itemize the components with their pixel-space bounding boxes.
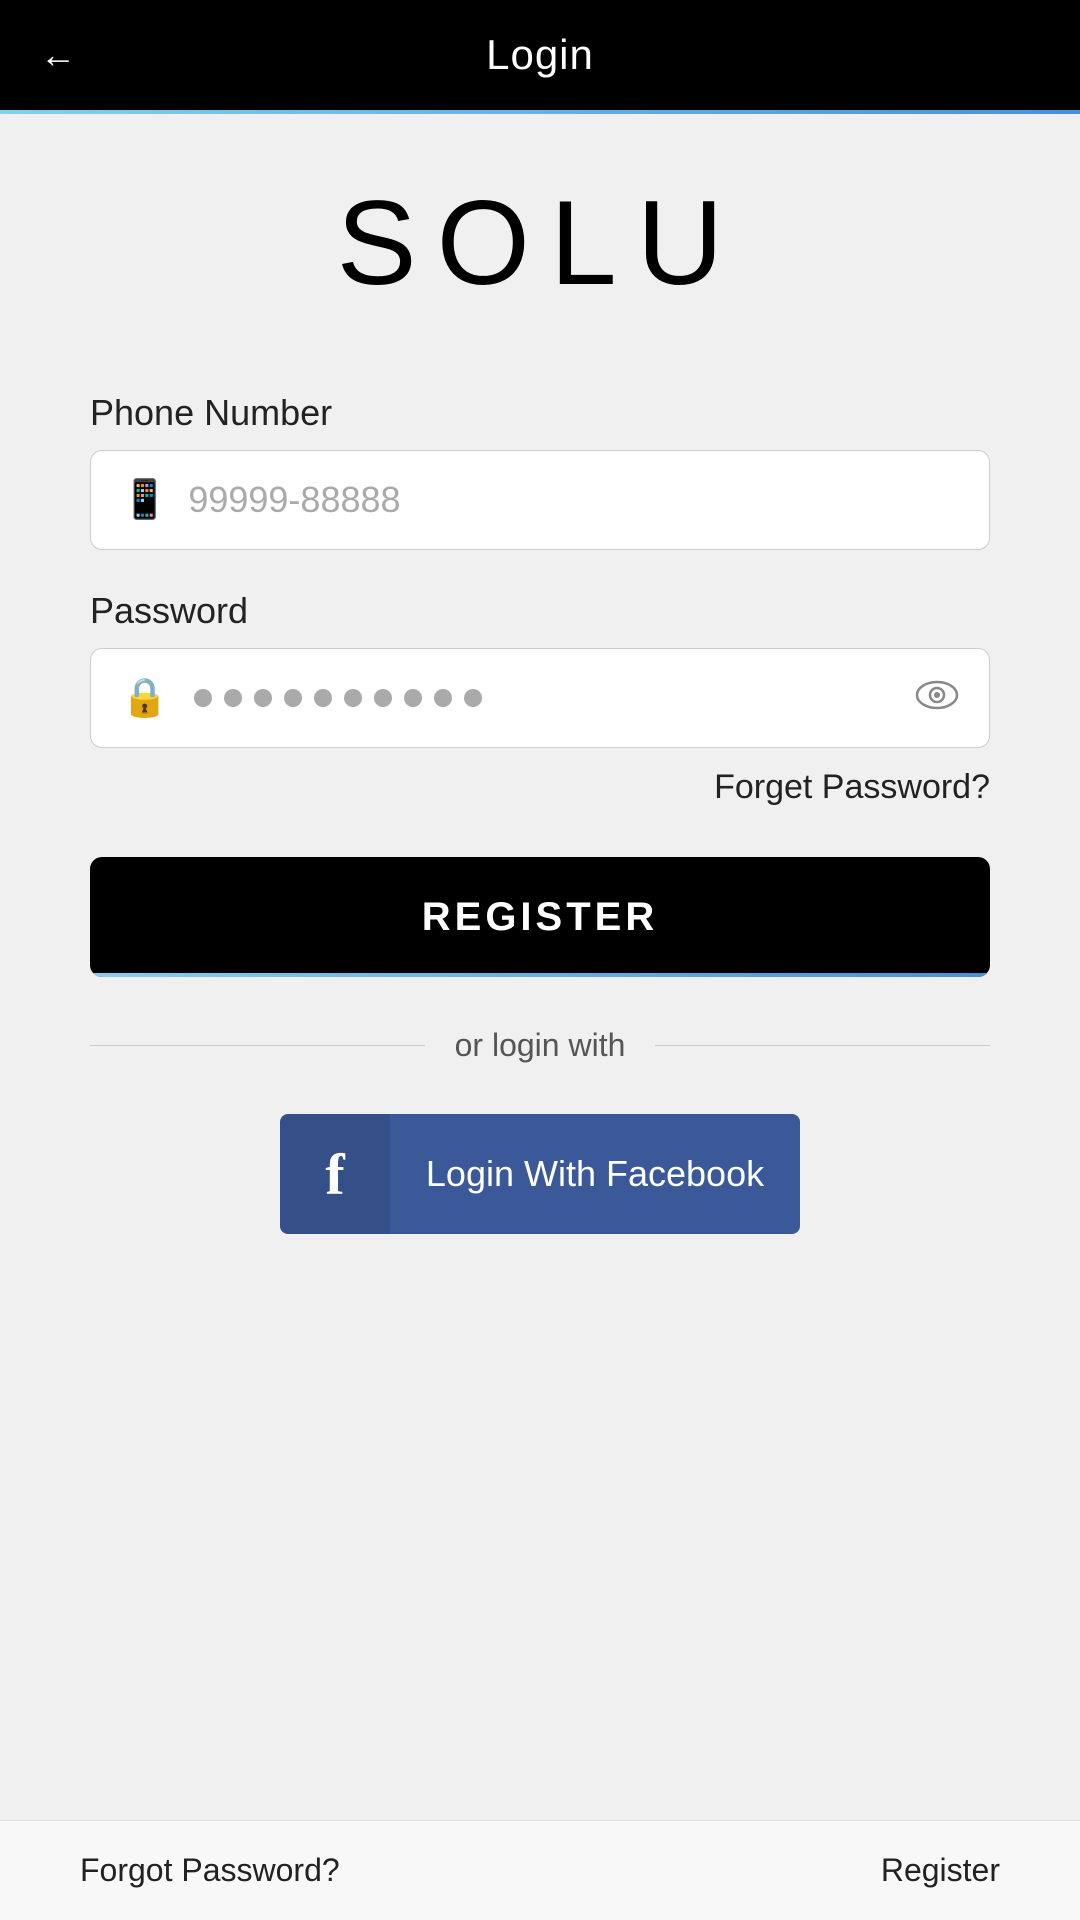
dot-4 xyxy=(284,689,302,707)
facebook-icon: f xyxy=(325,1141,344,1208)
divider-line-left xyxy=(90,1045,425,1046)
forgot-password-link[interactable]: Forget Password? xyxy=(90,768,990,807)
dot-8 xyxy=(404,689,422,707)
toggle-password-icon[interactable] xyxy=(915,677,959,720)
or-divider: or login with xyxy=(90,1027,990,1064)
phone-input-wrapper: 📱 xyxy=(90,450,990,550)
header-title: Login xyxy=(486,31,594,79)
phone-icon: 📱 xyxy=(121,478,168,522)
phone-label: Phone Number xyxy=(90,392,990,434)
dot-7 xyxy=(374,689,392,707)
main-content: SOLU Phone Number 📱 Password 🔒 xyxy=(0,114,1080,1820)
phone-input[interactable] xyxy=(188,479,959,521)
dot-6 xyxy=(344,689,362,707)
bottom-forgot-password[interactable]: Forgot Password? xyxy=(80,1852,340,1889)
dot-9 xyxy=(434,689,452,707)
divider-line-right xyxy=(655,1045,990,1046)
facebook-button-label: Login With Facebook xyxy=(390,1153,800,1195)
bottom-nav: Forgot Password? Register xyxy=(0,1820,1080,1920)
dot-2 xyxy=(224,689,242,707)
back-button[interactable]: ← xyxy=(40,34,76,76)
dot-1 xyxy=(194,689,212,707)
logo-container: SOLU xyxy=(337,174,744,312)
facebook-icon-wrapper: f xyxy=(280,1114,390,1234)
dot-5 xyxy=(314,689,332,707)
dot-10 xyxy=(464,689,482,707)
facebook-login-button[interactable]: f Login With Facebook xyxy=(280,1114,800,1234)
lock-icon: 🔒 xyxy=(121,676,168,720)
or-text: or login with xyxy=(455,1027,626,1064)
password-input-wrapper: 🔒 xyxy=(90,648,990,748)
dot-3 xyxy=(254,689,272,707)
register-button[interactable]: REGISTER xyxy=(90,857,990,977)
app-logo: SOLU xyxy=(337,176,744,310)
password-label: Password xyxy=(90,590,990,632)
header: ← Login xyxy=(0,0,1080,110)
facebook-btn-container: f Login With Facebook xyxy=(90,1114,990,1234)
bottom-register[interactable]: Register xyxy=(881,1852,1000,1889)
password-dots xyxy=(188,689,915,707)
login-form: Phone Number 📱 Password 🔒 xyxy=(90,392,990,1234)
